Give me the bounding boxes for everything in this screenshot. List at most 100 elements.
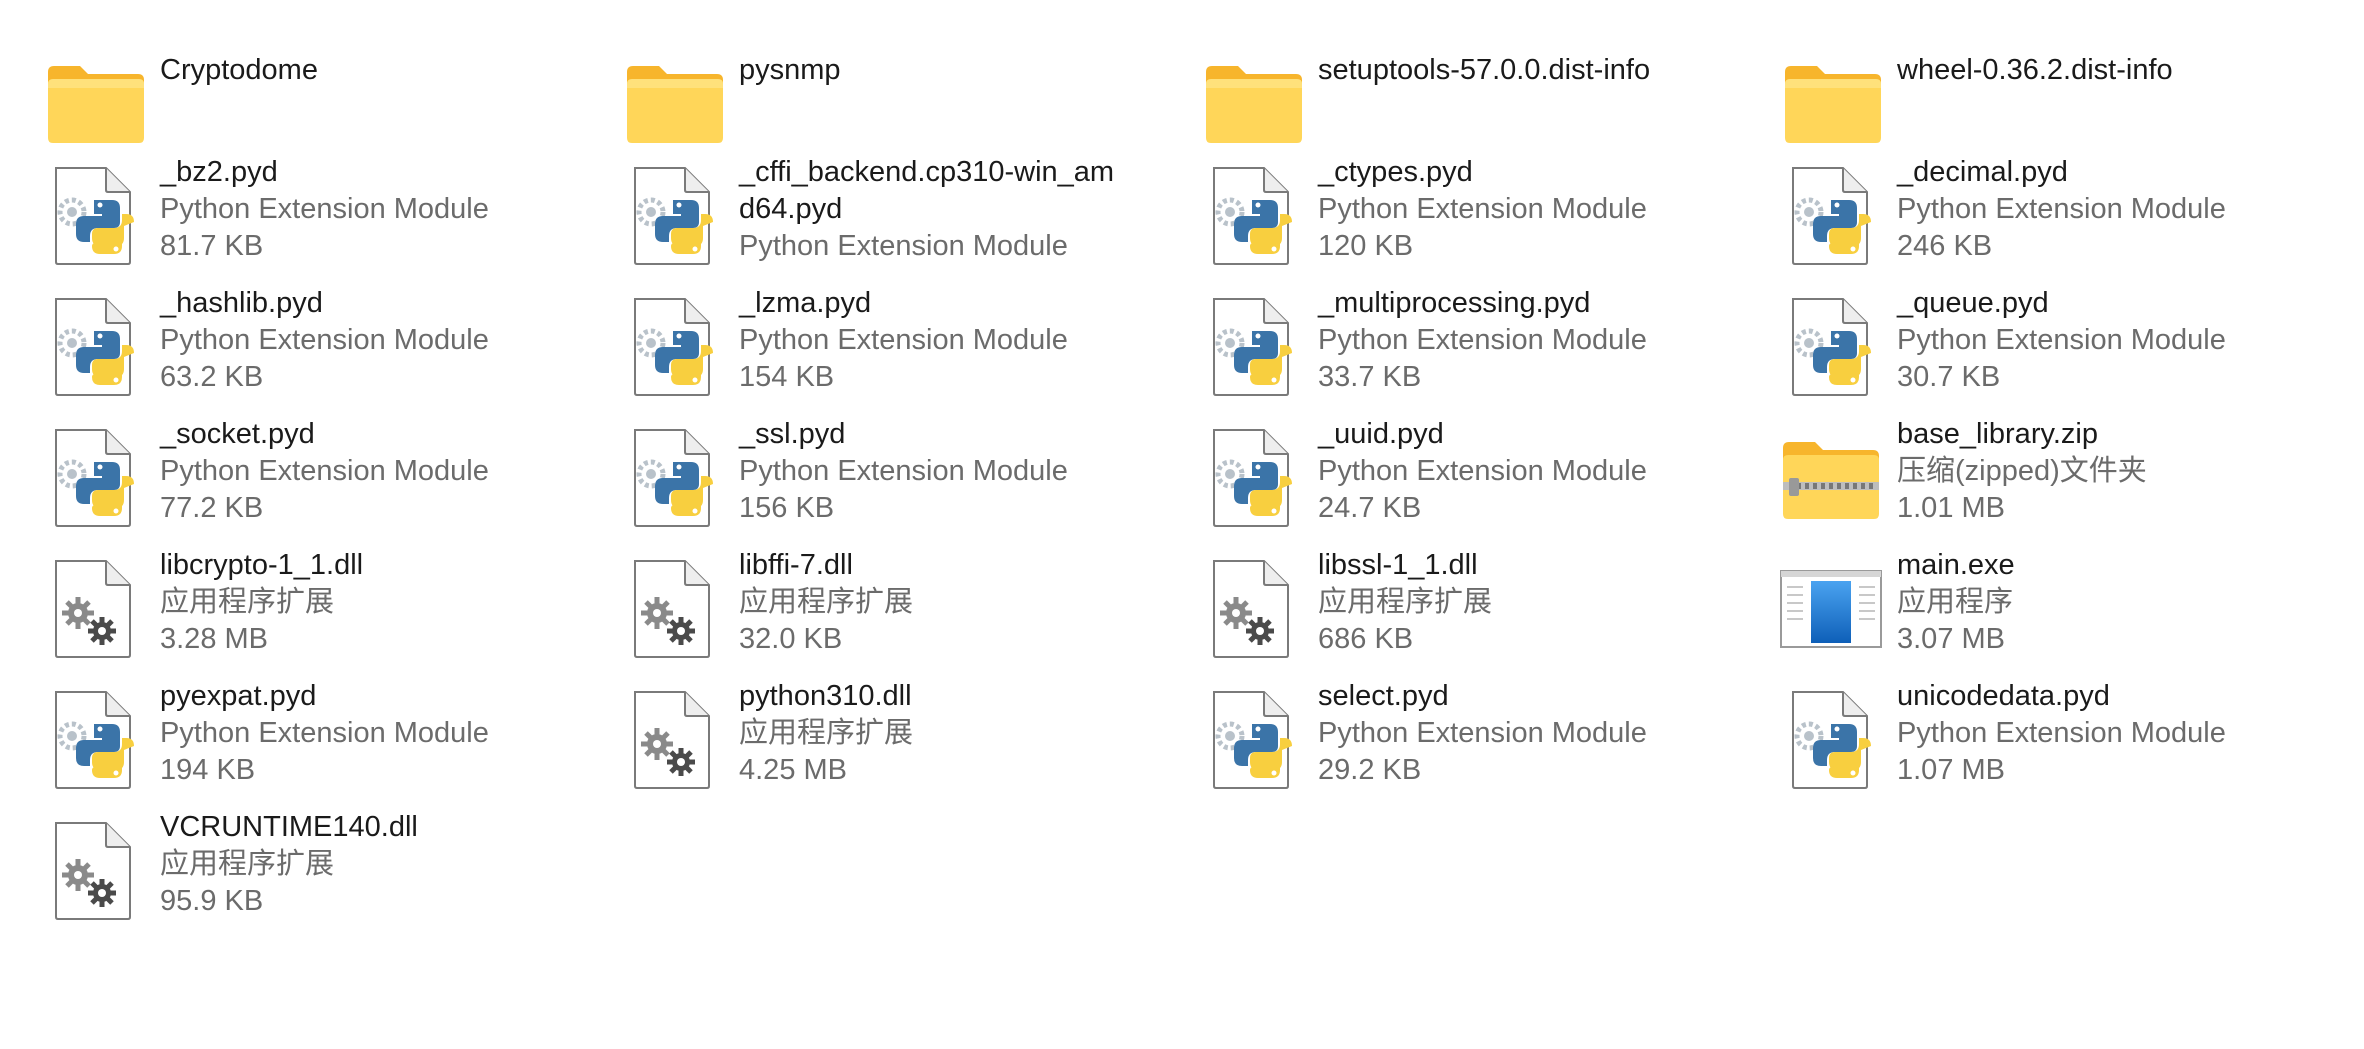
file-name: python310.dll [739, 680, 912, 712]
python-file-icon [1779, 688, 1883, 792]
file-type: 应用程序扩展 [160, 586, 335, 618]
exe-file-icon [1779, 557, 1883, 661]
file-name: _ssl.pyd [739, 418, 846, 450]
folder-icon [44, 50, 148, 154]
file-size: 77.2 KB [160, 492, 264, 524]
python-file-icon [1200, 426, 1304, 530]
file-item[interactable]: _multiprocessing.pyd Python Extension Mo… [1162, 271, 1722, 391]
file-item[interactable]: pyexpat.pyd Python Extension Module 194 … [4, 664, 564, 784]
dll-file-icon [1200, 557, 1304, 661]
dll-file-icon [621, 557, 725, 661]
file-item[interactable]: _lzma.pyd Python Extension Module 154 KB [583, 271, 1143, 391]
file-type: Python Extension Module [1897, 193, 2226, 225]
file-name: unicodedata.pyd [1897, 680, 2110, 712]
file-type: Python Extension Module [1318, 717, 1647, 749]
file-size: 95.9 KB [160, 885, 264, 917]
file-name: libcrypto-1_1.dll [160, 549, 364, 581]
file-type: Python Extension Module [160, 455, 489, 487]
file-name: libffi-7.dll [739, 549, 853, 581]
file-name: _uuid.pyd [1318, 418, 1444, 450]
file-item[interactable]: base_library.zip 压缩(zipped)文件夹 1.01 MB [1741, 402, 2301, 524]
file-name: pyexpat.pyd [160, 680, 317, 712]
file-name: main.exe [1897, 549, 2015, 581]
file-item[interactable]: _ssl.pyd Python Extension Module 156 KB [583, 402, 1143, 522]
file-type: Python Extension Module [1897, 324, 2226, 356]
file-name: setuptools-57.0.0.dist-info [1318, 54, 1651, 86]
file-size: 30.7 KB [1897, 361, 2001, 393]
file-type: Python Extension Module [739, 455, 1068, 487]
file-type: Python Extension Module [1897, 717, 2226, 749]
file-size: 120 KB [1318, 230, 1414, 262]
file-name: base_library.zip [1897, 418, 2098, 450]
file-type: Python Extension Module [160, 717, 489, 749]
file-item[interactable]: python310.dll 应用程序扩展 4.25 MB [583, 664, 1143, 784]
python-file-icon [42, 295, 146, 399]
file-size: 32.0 KB [739, 623, 843, 655]
file-item[interactable]: _bz2.pyd Python Extension Module 81.7 KB [4, 140, 564, 260]
file-item[interactable]: _ctypes.pyd Python Extension Module 120 … [1162, 140, 1722, 260]
file-item[interactable]: libffi-7.dll 应用程序扩展 32.0 KB [583, 533, 1143, 653]
python-file-icon [621, 295, 725, 399]
file-type: Python Extension Module [1318, 455, 1647, 487]
file-size: 1.07 MB [1897, 754, 2005, 786]
folder-icon [1202, 50, 1306, 154]
file-size: 686 KB [1318, 623, 1414, 655]
file-name: _lzma.pyd [739, 287, 872, 319]
file-item[interactable]: VCRUNTIME140.dll 应用程序扩展 95.9 KB [4, 795, 564, 915]
file-item[interactable]: libssl-1_1.dll 应用程序扩展 686 KB [1162, 533, 1722, 653]
folder-icon [1781, 50, 1885, 154]
folder-item[interactable]: setuptools-57.0.0.dist-info [1162, 16, 1722, 136]
folder-item[interactable]: Cryptodome [4, 16, 564, 136]
file-name: _cffi_backend.cp310-win_amd64.pyd [739, 156, 1115, 225]
file-size: 29.2 KB [1318, 754, 1422, 786]
file-item[interactable]: select.pyd Python Extension Module 29.2 … [1162, 664, 1722, 784]
file-item[interactable]: _queue.pyd Python Extension Module 30.7 … [1741, 271, 2301, 391]
file-size: 3.07 MB [1897, 623, 2005, 655]
file-name: libssl-1_1.dll [1318, 549, 1478, 581]
file-size: 156 KB [739, 492, 835, 524]
file-name: Cryptodome [160, 54, 318, 86]
file-type: 应用程序扩展 [739, 586, 914, 618]
file-type: Python Extension Module [1318, 324, 1647, 356]
file-name: pysnmp [739, 54, 841, 86]
file-size: 4.25 MB [739, 754, 847, 786]
python-file-icon [42, 688, 146, 792]
file-item[interactable]: _uuid.pyd Python Extension Module 24.7 K… [1162, 402, 1722, 522]
file-item[interactable]: main.exe 应用程序 3.07 MB [1741, 533, 2301, 655]
file-item[interactable]: _socket.pyd Python Extension Module 77.2… [4, 402, 564, 522]
file-item[interactable]: unicodedata.pyd Python Extension Module … [1741, 664, 2301, 784]
file-type: Python Extension Module [739, 230, 1068, 262]
file-size: 246 KB [1897, 230, 1993, 262]
file-type: Python Extension Module [1318, 193, 1647, 225]
file-size: 154 KB [739, 361, 835, 393]
file-name: _decimal.pyd [1897, 156, 2068, 188]
file-type: Python Extension Module [160, 193, 489, 225]
file-type: 应用程序 [1897, 586, 2014, 618]
file-name: _queue.pyd [1897, 287, 2049, 319]
python-file-icon [1200, 164, 1304, 268]
python-file-icon [621, 164, 725, 268]
file-explorer-view: Cryptodome pysnmp setuptools-57.0.0.dist… [0, 0, 2364, 1049]
file-item[interactable]: _decimal.pyd Python Extension Module 246… [1741, 140, 2301, 260]
file-name: _bz2.pyd [160, 156, 278, 188]
file-name: _multiprocessing.pyd [1318, 287, 1591, 319]
python-file-icon [1200, 688, 1304, 792]
folder-item[interactable]: pysnmp [583, 16, 1143, 136]
dll-file-icon [42, 819, 146, 923]
python-file-icon [1779, 164, 1883, 268]
python-file-icon [1779, 295, 1883, 399]
file-type: Python Extension Module [160, 324, 489, 356]
file-size: 81.7 KB [160, 230, 264, 262]
folder-item[interactable]: wheel-0.36.2.dist-info [1741, 16, 2301, 136]
file-size: 3.28 MB [160, 623, 268, 655]
file-item[interactable]: _hashlib.pyd Python Extension Module 63.… [4, 271, 564, 391]
file-type: Python Extension Module [739, 324, 1068, 356]
python-file-icon [42, 164, 146, 268]
file-item[interactable]: libcrypto-1_1.dll 应用程序扩展 3.28 MB [4, 533, 564, 653]
folder-icon [623, 50, 727, 154]
file-name: _ctypes.pyd [1318, 156, 1473, 188]
file-item[interactable]: _cffi_backend.cp310-win_amd64.pyd Python… [583, 140, 1143, 260]
file-name: VCRUNTIME140.dll [160, 811, 418, 843]
file-size: 1.01 MB [1897, 492, 2005, 524]
python-file-icon [1200, 295, 1304, 399]
